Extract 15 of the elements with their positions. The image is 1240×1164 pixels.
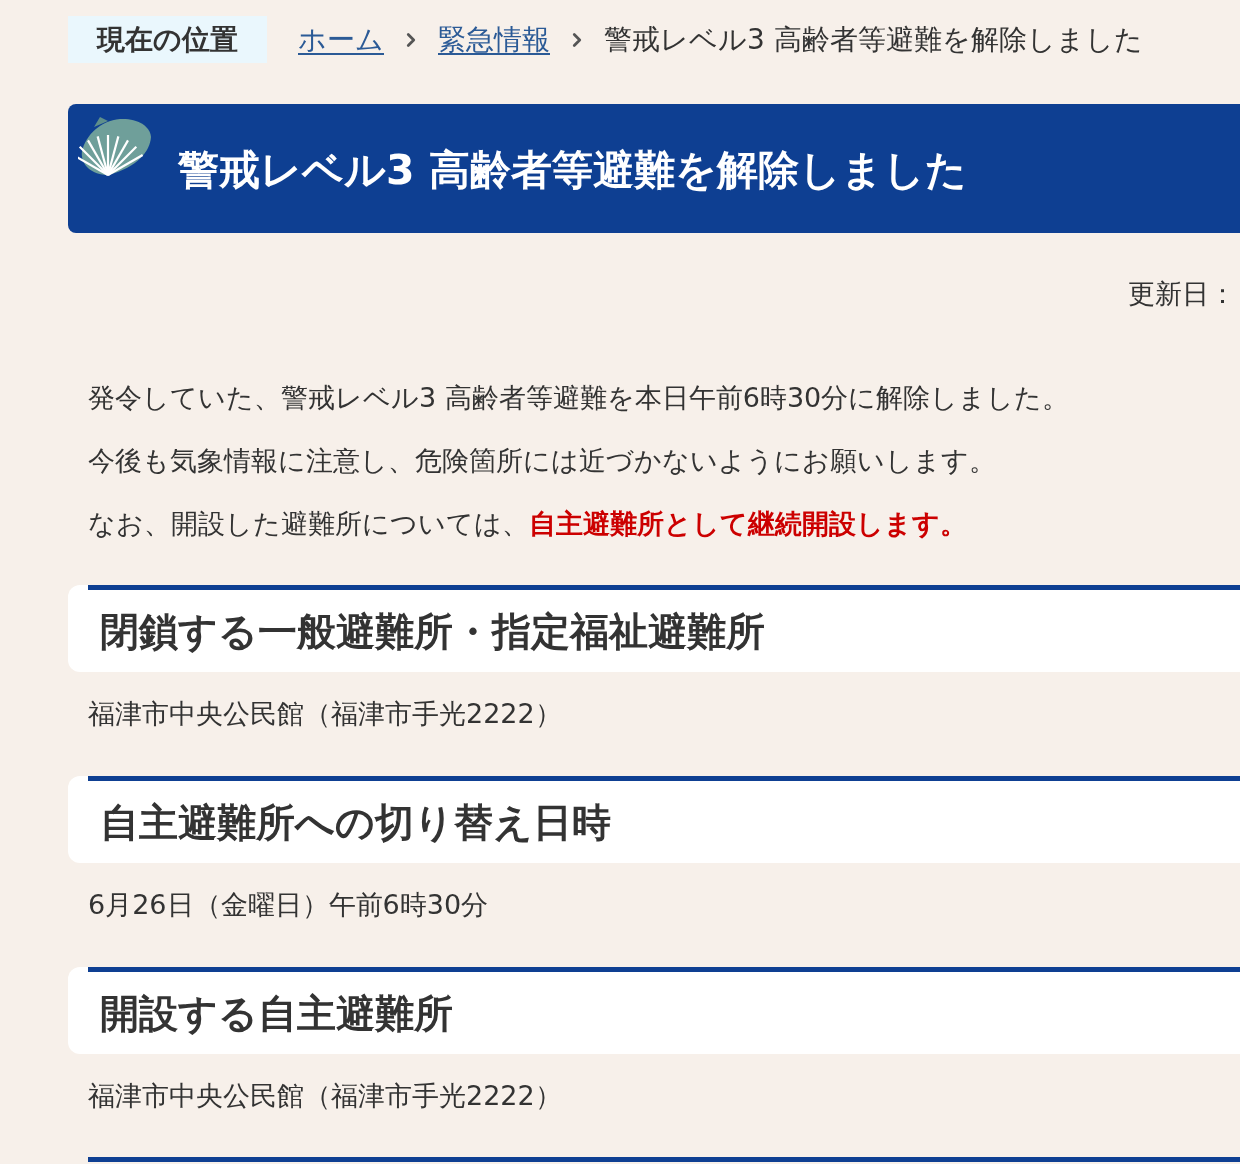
body-paragraph: なお、開設した避難所については、自主避難所として継続開設します。 — [88, 507, 968, 541]
breadcrumb-current: 警戒レベル3 高齢者等避難を解除しました — [604, 21, 1143, 58]
section-heading: 自主避難所への切り替え日時 — [68, 776, 1240, 863]
section-body: 福津市中央公民館（福津市手光2222） — [87, 697, 563, 731]
section-heading: 開設する自主避難所 — [68, 967, 1240, 1054]
section-heading: 閉鎖する一般避難所・指定福祉避難所 — [68, 585, 1240, 672]
breadcrumb-link[interactable]: 緊急情報 — [438, 18, 550, 61]
page-title: 警戒レベル3 高齢者等避難を解除しました — [178, 144, 967, 196]
breadcrumb-link[interactable]: ホーム — [298, 18, 384, 61]
section-body: 福津市中央公民館（福津市手光2222） — [87, 1079, 563, 1113]
section-body: 6月26日（金曜日）午前6時30分 — [87, 888, 490, 922]
body-paragraph: 今後も気象情報に注意し、危険箇所には近づかないようにお願いします。 — [88, 444, 997, 478]
updated-date-label: 更新日： — [1128, 277, 1236, 311]
breadcrumb-label: 現在の位置 — [68, 16, 267, 63]
body-paragraph: 発令していた、警戒レベル3 高齢者等避難を本日午前6時30分に解除しました。 — [88, 381, 1071, 415]
